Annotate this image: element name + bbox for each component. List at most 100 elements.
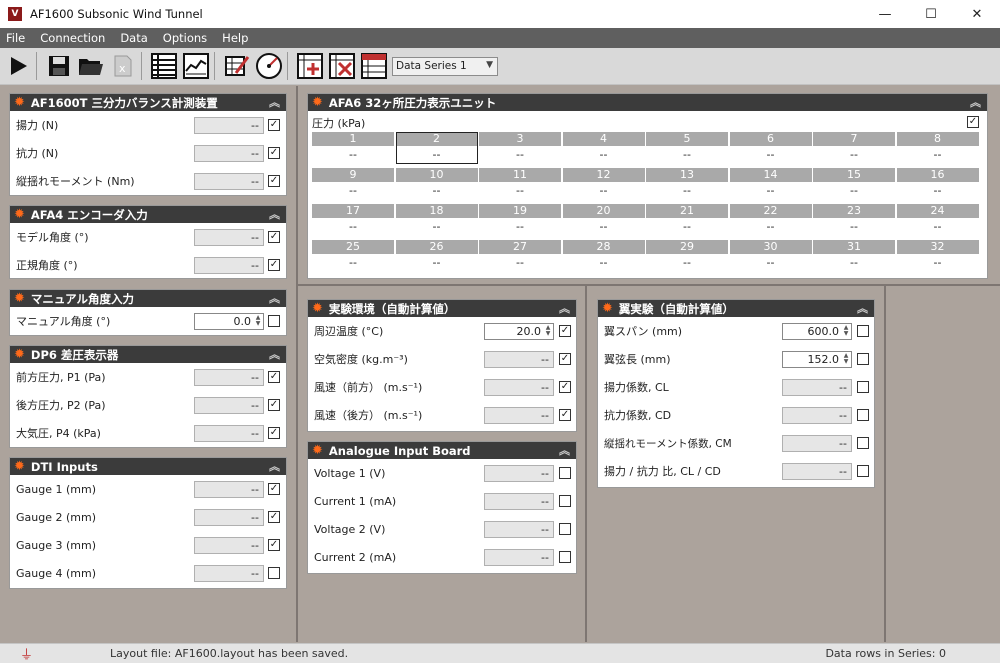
data-series-select[interactable]: Data Series 1 ▼ bbox=[392, 56, 498, 76]
channel-value[interactable]: -- bbox=[646, 219, 728, 235]
log-checkbox[interactable]: ✓ bbox=[268, 371, 280, 383]
collapse-icon[interactable]: ︽ bbox=[857, 300, 868, 316]
channel-value[interactable]: -- bbox=[563, 255, 645, 271]
channel-value[interactable]: -- bbox=[730, 183, 812, 199]
log-checkbox[interactable]: ✓ bbox=[268, 175, 280, 187]
log-checkbox[interactable]: ✓ bbox=[559, 325, 571, 337]
clear-table-icon[interactable] bbox=[360, 52, 388, 80]
log-checkbox[interactable]: ✓ bbox=[268, 231, 280, 243]
close-button[interactable]: ✕ bbox=[954, 0, 1000, 28]
table-view-icon[interactable] bbox=[150, 52, 178, 80]
channel-value[interactable]: -- bbox=[312, 183, 394, 199]
spinner-icon[interactable]: ▲ ▼ bbox=[842, 324, 850, 338]
collapse-icon[interactable]: ︽ bbox=[269, 94, 280, 110]
channel-value[interactable]: -- bbox=[396, 219, 478, 235]
save-icon[interactable] bbox=[45, 52, 73, 80]
collapse-icon[interactable]: ︽ bbox=[559, 442, 570, 458]
log-checkbox[interactable]: ✓ bbox=[268, 511, 280, 523]
menu-connection[interactable]: Connection bbox=[34, 31, 114, 45]
log-checkbox[interactable] bbox=[857, 325, 869, 337]
collapse-icon[interactable]: ︽ bbox=[269, 206, 280, 222]
edit-table-icon[interactable] bbox=[223, 52, 251, 80]
collapse-icon[interactable]: ︽ bbox=[970, 94, 981, 110]
log-checkbox[interactable]: ✓ bbox=[559, 353, 571, 365]
log-checkbox[interactable] bbox=[268, 567, 280, 579]
log-checkbox[interactable] bbox=[559, 495, 571, 507]
menu-options[interactable]: Options bbox=[157, 31, 216, 45]
log-checkbox[interactable]: ✓ bbox=[268, 483, 280, 495]
maximize-button[interactable]: ☐ bbox=[908, 0, 954, 28]
channel-value[interactable]: -- bbox=[646, 183, 728, 199]
channel-value[interactable]: -- bbox=[730, 147, 812, 163]
play-icon[interactable] bbox=[4, 52, 32, 80]
channel-value[interactable]: -- bbox=[563, 147, 645, 163]
gauge-icon[interactable] bbox=[255, 52, 283, 80]
menu-help[interactable]: Help bbox=[216, 31, 257, 45]
channel-value[interactable]: -- bbox=[563, 219, 645, 235]
channel-value[interactable]: -- bbox=[479, 183, 561, 199]
add-row-icon[interactable] bbox=[296, 52, 324, 80]
menu-file[interactable]: File bbox=[0, 31, 34, 45]
channel-value[interactable]: -- bbox=[897, 255, 979, 271]
chord-length-input[interactable]: 152.0 ▲ ▼ bbox=[782, 350, 852, 368]
log-checkbox[interactable] bbox=[857, 381, 869, 393]
log-checkbox[interactable] bbox=[559, 523, 571, 535]
log-checkbox[interactable]: ✓ bbox=[559, 381, 571, 393]
gear-icon[interactable]: ✹ bbox=[312, 444, 323, 457]
log-checkbox[interactable]: ✓ bbox=[967, 116, 979, 128]
ambient-temperature-input[interactable]: 20.0 ▲ ▼ bbox=[484, 322, 554, 340]
log-checkbox[interactable]: ✓ bbox=[268, 259, 280, 271]
channel-value[interactable]: -- bbox=[813, 255, 895, 271]
chart-view-icon[interactable] bbox=[182, 52, 210, 80]
channel-value[interactable]: -- bbox=[312, 147, 394, 163]
log-checkbox[interactable] bbox=[857, 409, 869, 421]
gear-icon[interactable]: ✹ bbox=[312, 96, 323, 109]
minimize-button[interactable]: — bbox=[862, 0, 908, 28]
channel-value[interactable]: -- bbox=[813, 219, 895, 235]
collapse-icon[interactable]: ︽ bbox=[269, 290, 280, 306]
log-checkbox[interactable] bbox=[559, 551, 571, 563]
channel-value[interactable]: -- bbox=[897, 147, 979, 163]
channel-value[interactable]: -- bbox=[396, 183, 478, 199]
log-checkbox[interactable] bbox=[857, 465, 869, 477]
log-checkbox[interactable]: ✓ bbox=[268, 427, 280, 439]
channel-value[interactable]: -- bbox=[312, 255, 394, 271]
channel-value[interactable]: -- bbox=[479, 147, 561, 163]
channel-value[interactable]: -- bbox=[730, 219, 812, 235]
open-folder-icon[interactable] bbox=[77, 52, 105, 80]
channel-value[interactable]: -- bbox=[730, 255, 812, 271]
collapse-icon[interactable]: ︽ bbox=[269, 458, 280, 474]
log-checkbox[interactable] bbox=[268, 315, 280, 327]
menu-data[interactable]: Data bbox=[114, 31, 156, 45]
log-checkbox[interactable]: ✓ bbox=[268, 119, 280, 131]
gear-icon[interactable]: ✹ bbox=[14, 96, 25, 109]
spinner-icon[interactable]: ▲ ▼ bbox=[544, 324, 552, 338]
gear-icon[interactable]: ✹ bbox=[14, 460, 25, 473]
log-checkbox[interactable] bbox=[857, 437, 869, 449]
spinner-icon[interactable]: ▲ ▼ bbox=[842, 352, 850, 366]
channel-value[interactable]: -- bbox=[312, 219, 394, 235]
gear-icon[interactable]: ✹ bbox=[312, 302, 323, 315]
channel-value[interactable]: -- bbox=[897, 183, 979, 199]
gear-icon[interactable]: ✹ bbox=[14, 348, 25, 361]
channel-value[interactable]: -- bbox=[396, 255, 478, 271]
delete-row-icon[interactable] bbox=[328, 52, 356, 80]
channel-value[interactable]: -- bbox=[479, 255, 561, 271]
collapse-icon[interactable]: ︽ bbox=[269, 346, 280, 362]
log-checkbox[interactable] bbox=[857, 353, 869, 365]
channel-value[interactable]: -- bbox=[813, 183, 895, 199]
channel-value[interactable]: -- bbox=[563, 183, 645, 199]
spinner-icon[interactable]: ▲ ▼ bbox=[254, 314, 262, 328]
collapse-icon[interactable]: ︽ bbox=[559, 300, 570, 316]
wing-span-input[interactable]: 600.0 ▲ ▼ bbox=[782, 322, 852, 340]
channel-value[interactable]: -- bbox=[813, 147, 895, 163]
log-checkbox[interactable]: ✓ bbox=[268, 399, 280, 411]
channel-value[interactable]: -- bbox=[479, 219, 561, 235]
channel-value[interactable]: -- bbox=[646, 147, 728, 163]
gear-icon[interactable]: ✹ bbox=[14, 292, 25, 305]
channel-value[interactable]: -- bbox=[897, 219, 979, 235]
log-checkbox[interactable]: ✓ bbox=[559, 409, 571, 421]
gear-icon[interactable]: ✹ bbox=[602, 302, 613, 315]
manual-angle-input[interactable]: 0.0 ▲ ▼ bbox=[194, 312, 264, 330]
log-checkbox[interactable] bbox=[559, 467, 571, 479]
